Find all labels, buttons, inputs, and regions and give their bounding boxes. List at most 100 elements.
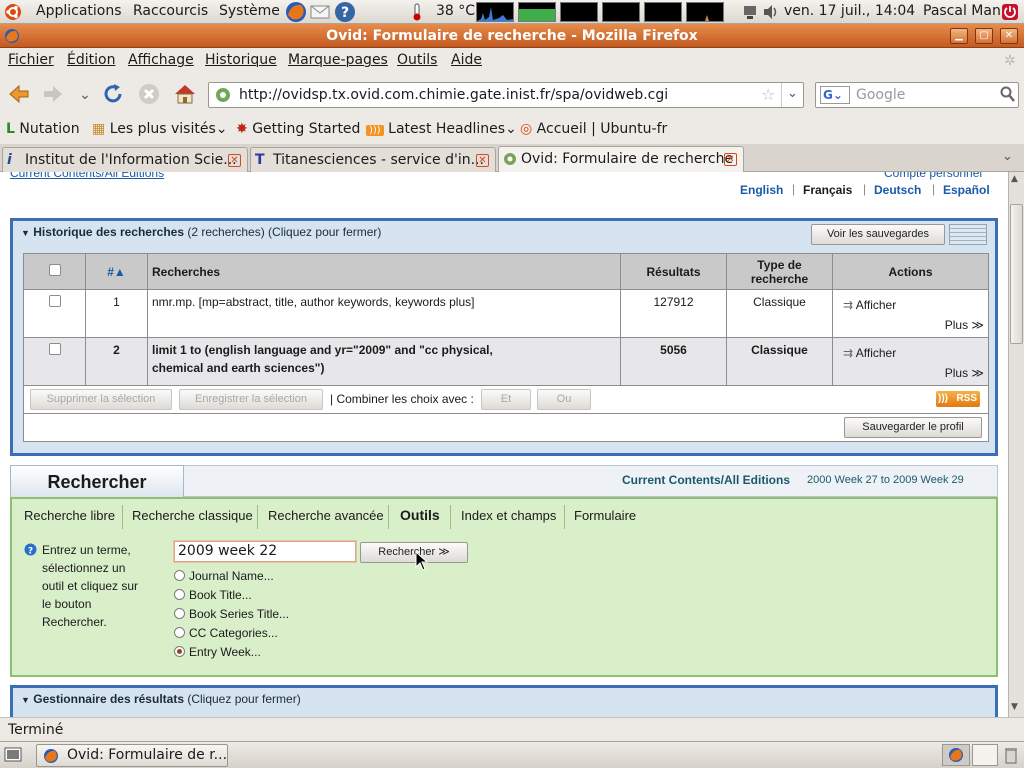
row-results[interactable]: 127912	[620, 289, 727, 338]
tab-tools[interactable]: Outils	[400, 507, 440, 523]
power-icon[interactable]	[1001, 3, 1019, 25]
search-button[interactable]: Rechercher ≫	[360, 542, 468, 563]
volume-icon[interactable]	[762, 4, 780, 24]
tab-index-fields[interactable]: Index et champs	[461, 508, 556, 523]
menu-help[interactable]: Aide	[451, 52, 482, 68]
system-menu[interactable]: Système	[219, 3, 280, 19]
delete-selection-button[interactable]: Supprimer la sélection	[30, 389, 172, 410]
row-checkbox[interactable]	[48, 343, 61, 355]
tab-advanced-search[interactable]: Recherche avancée	[268, 508, 384, 523]
bookmark-latest-headlines[interactable]: ))) Latest Headlines⌄	[366, 121, 517, 137]
workspace-1[interactable]	[942, 744, 970, 766]
bookmark-star-icon[interactable]: ☆	[761, 85, 775, 104]
tab-form[interactable]: Formulaire	[574, 508, 636, 523]
tab-classic-search[interactable]: Recherche classique	[132, 508, 253, 523]
lang-english[interactable]: English	[740, 183, 783, 197]
combine-and-button[interactable]: Et	[481, 389, 531, 410]
radio-button[interactable]	[174, 570, 185, 581]
taskbar-window-button[interactable]: Ovid: Formulaire de r...	[36, 744, 228, 767]
menu-bookmarks[interactable]: Marque-pages	[288, 52, 388, 68]
lang-deutsch[interactable]: Deutsch	[874, 183, 921, 197]
user-name[interactable]: Pascal Man	[923, 3, 1001, 19]
tab-list-icon[interactable]: ⌄	[1002, 149, 1013, 164]
tab-basic-search[interactable]: Recherche libre	[24, 508, 115, 523]
network-icon[interactable]	[742, 4, 758, 24]
search-placeholder[interactable]: Google	[856, 87, 905, 103]
search-term-input[interactable]: 2009 week 22	[174, 541, 356, 562]
vertical-scrollbar[interactable]: ▲ ▼	[1008, 172, 1024, 717]
search-go-icon[interactable]	[1000, 85, 1016, 107]
bookmark-nutation[interactable]: L Nutation	[6, 121, 80, 137]
trash-icon[interactable]	[1004, 746, 1018, 768]
save-profile-button[interactable]: Sauvegarder le profil	[844, 417, 982, 438]
menu-file[interactable]: Fichier	[8, 52, 54, 68]
num-column-header[interactable]: #▲	[85, 253, 148, 290]
layout-toggle-icon[interactable]	[949, 224, 987, 245]
stop-icon[interactable]	[136, 82, 162, 108]
reload-icon[interactable]	[100, 82, 126, 108]
clock[interactable]: ven. 17 juil., 14:04	[784, 3, 915, 19]
maximize-button[interactable]: ▢	[975, 28, 993, 44]
option-entry-week[interactable]: Entry Week...	[174, 643, 289, 662]
url-dropdown-icon[interactable]: ⌄	[781, 83, 803, 107]
search-bar[interactable]: G⌄ Google	[815, 82, 1019, 108]
bookmark-most-visited[interactable]: ▦ Les plus visités⌄	[92, 121, 227, 137]
account-link-partial[interactable]: Compte personnel	[884, 172, 982, 180]
mail-launcher-icon[interactable]	[310, 2, 330, 26]
select-all-checkbox[interactable]	[48, 264, 61, 276]
home-icon[interactable]	[172, 82, 198, 108]
show-desktop-icon[interactable]	[4, 747, 22, 767]
workspace-2[interactable]	[972, 744, 998, 766]
radio-button[interactable]	[174, 608, 185, 619]
tab-titanesciences[interactable]: T Titanesciences - service d'in... ✕	[250, 147, 496, 173]
results-manager-header[interactable]: ▼ Gestionnaire des résultats (Cliquez po…	[21, 692, 301, 706]
url-bar[interactable]: http://ovidsp.tx.ovid.com.chimie.gate.in…	[208, 82, 804, 108]
scrollbar-thumb[interactable]	[1010, 204, 1023, 344]
menu-view[interactable]: Affichage	[128, 52, 194, 68]
bookmark-getting-started[interactable]: ✸ Getting Started	[236, 121, 360, 137]
bookmark-ubuntu-fr[interactable]: ◎ Accueil | Ubuntu-fr	[520, 121, 667, 137]
tab-close-icon[interactable]: ✕	[476, 154, 489, 167]
minimize-button[interactable]: ▁	[950, 28, 968, 44]
help-icon[interactable]: ?	[24, 543, 37, 559]
ubuntu-logo-icon[interactable]	[4, 3, 22, 25]
more-link[interactable]: Plus ≫	[945, 318, 984, 332]
forward-icon[interactable]	[40, 82, 66, 108]
shortcuts-menu[interactable]: Raccourcis	[133, 3, 208, 19]
database-link-partial[interactable]: Current Contents/All Editions	[10, 172, 164, 180]
menu-history[interactable]: Historique	[205, 52, 277, 68]
back-icon[interactable]	[6, 82, 32, 108]
combine-or-button[interactable]: Ou	[537, 389, 591, 410]
option-book-title[interactable]: Book Title...	[174, 586, 289, 605]
menu-tools[interactable]: Outils	[397, 52, 437, 68]
lang-espanol[interactable]: Español	[943, 183, 990, 197]
close-window-button[interactable]: ✕	[1000, 28, 1018, 44]
url-text[interactable]: http://ovidsp.tx.ovid.com.chimie.gate.in…	[239, 87, 668, 103]
row-results[interactable]: 5056	[620, 337, 727, 386]
scroll-down-icon[interactable]: ▼	[1011, 702, 1018, 712]
row-checkbox[interactable]	[48, 295, 61, 307]
rss-button[interactable]: ))) RSS	[936, 391, 980, 407]
applications-menu[interactable]: Applications	[36, 3, 122, 19]
more-link[interactable]: Plus ≫	[945, 366, 984, 380]
radio-button-selected[interactable]	[174, 646, 185, 657]
save-selection-button[interactable]: Enregistrer la sélection	[179, 389, 323, 410]
search-engine-google-icon[interactable]: G⌄	[820, 86, 850, 104]
scroll-up-icon[interactable]: ▲	[1011, 174, 1018, 184]
history-dropdown-icon[interactable]: ⌄	[72, 82, 98, 108]
lang-francais[interactable]: Français	[803, 183, 852, 197]
radio-button[interactable]	[174, 589, 185, 600]
tab-inist[interactable]: i Institut de l'Information Scie... ✕	[2, 147, 248, 173]
tab-close-icon[interactable]: ✕	[228, 154, 241, 167]
display-results-link[interactable]: ⇉ Afficher	[843, 346, 896, 360]
option-cc-categories[interactable]: CC Categories...	[174, 624, 289, 643]
site-identity-icon[interactable]	[215, 87, 231, 107]
radio-button[interactable]	[174, 627, 185, 638]
history-header[interactable]: ▼ Historique des recherches (2 recherche…	[21, 225, 381, 239]
option-book-series-title[interactable]: Book Series Title...	[174, 605, 289, 624]
display-results-link[interactable]: ⇉ Afficher	[843, 298, 896, 312]
option-journal-name[interactable]: Journal Name...	[174, 567, 289, 586]
tab-ovid-search-form[interactable]: Ovid: Formulaire de recherche ✕	[498, 146, 744, 174]
tab-close-icon[interactable]: ✕	[724, 153, 737, 166]
view-saved-button[interactable]: Voir les sauvegardes	[811, 224, 945, 245]
